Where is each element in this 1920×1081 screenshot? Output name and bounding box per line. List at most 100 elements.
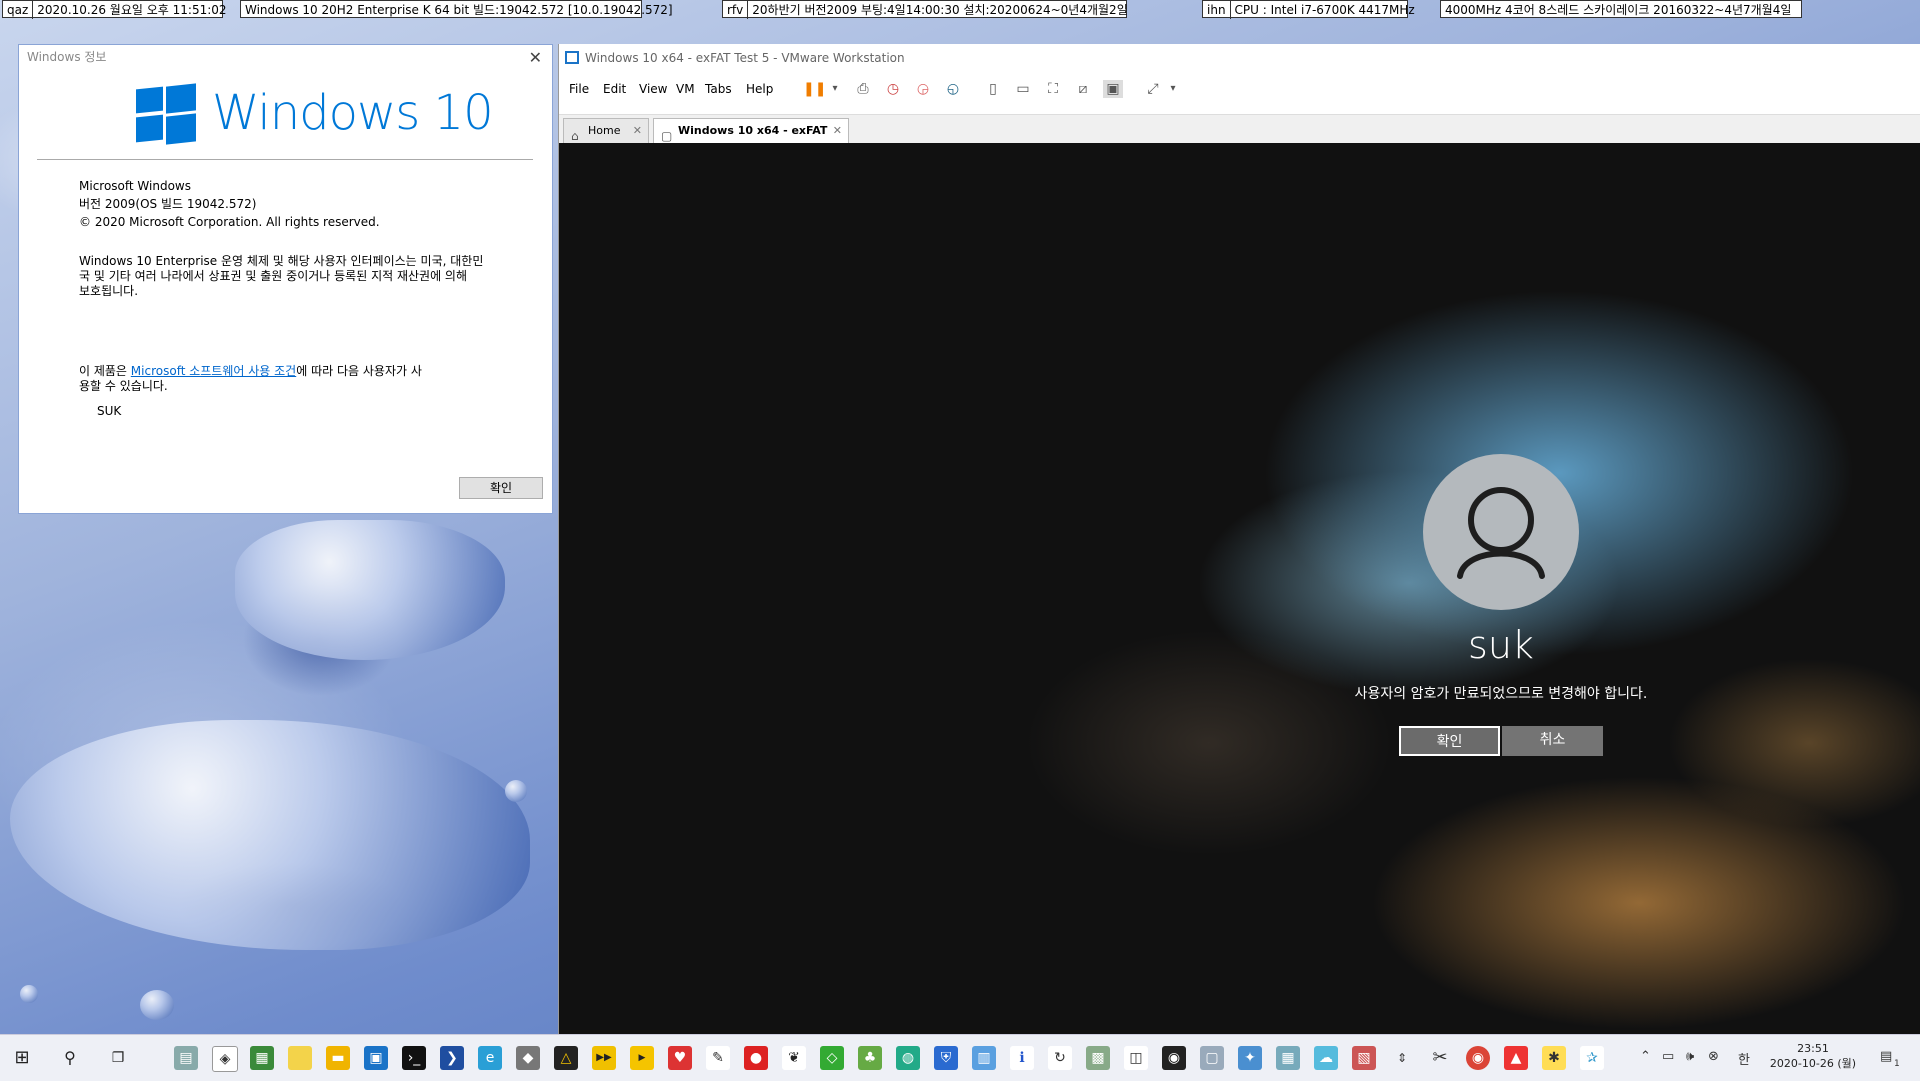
- cancel-button[interactable]: 취소: [1502, 726, 1603, 756]
- app-icon[interactable]: ◉: [1162, 1046, 1186, 1070]
- system-clock[interactable]: 23:51 2020-10-26 (월): [1758, 1041, 1868, 1071]
- calculator-icon[interactable]: ▦: [1276, 1046, 1300, 1070]
- login-username: suk: [1468, 623, 1534, 667]
- info-bar-text: CPU : Intel i7-6700K 4417MHz: [1234, 3, 1415, 17]
- app-icon[interactable]: ▲: [1504, 1046, 1528, 1070]
- ime-indicator[interactable]: 한: [1738, 1049, 1750, 1068]
- app-icon[interactable]: ▤: [174, 1046, 198, 1070]
- water-drop: [235, 520, 505, 660]
- app-icon[interactable]: ●: [744, 1046, 768, 1070]
- vmware-window: Windows 10 x64 - exFAT Test 5 - VMware W…: [558, 44, 1920, 1034]
- water-drop: [10, 720, 530, 950]
- app-icon[interactable]: ✦: [1238, 1046, 1262, 1070]
- shield-icon[interactable]: ⛨: [934, 1046, 958, 1070]
- app-icon[interactable]: ◈: [212, 1046, 238, 1072]
- app-icon[interactable]: ☁: [1314, 1046, 1338, 1070]
- water-drop: [20, 985, 38, 1003]
- menu-view[interactable]: View: [639, 82, 667, 96]
- revert-snapshot-icon[interactable]: ◶: [913, 80, 933, 98]
- app-icon[interactable]: ◫: [1124, 1046, 1148, 1070]
- show-library-icon[interactable]: ▯: [983, 80, 1003, 98]
- window-title-bar: Windows 10 x64 - exFAT Test 5 - VMware W…: [559, 44, 1920, 72]
- app-icon[interactable]: ✱: [1542, 1046, 1566, 1070]
- info-bar-text: 4000MHz 4코어 8스레드 스카이레이크 20160322~4년7개월4일: [1445, 3, 1792, 17]
- water-drop: [140, 990, 174, 1020]
- info-bar-os: Windows 10 20H2 Enterprise K 64 bit 빌드:1…: [240, 0, 673, 18]
- virtualbox-icon[interactable]: ◆: [516, 1046, 540, 1070]
- chevron-up-icon[interactable]: ⌃: [1640, 1049, 1651, 1064]
- scissors-icon[interactable]: ✂: [1428, 1046, 1452, 1070]
- confirm-button[interactable]: 확인: [1399, 726, 1500, 756]
- globe-icon[interactable]: ◍: [896, 1046, 920, 1070]
- menu-vm[interactable]: VM: [676, 82, 695, 96]
- powershell-icon[interactable]: ❯: [440, 1046, 464, 1070]
- sticky-notes-icon[interactable]: [288, 1046, 312, 1070]
- info-bar-datetime: qaz 2020.10.26 월요일 오후 11:51:02: [2, 0, 227, 19]
- chevron-down-icon[interactable]: ▾: [1163, 80, 1183, 98]
- chevron-down-icon[interactable]: ▾: [825, 80, 845, 98]
- snapshot-manager-icon[interactable]: ◵: [943, 80, 963, 98]
- legal-line: 국 및 기타 여러 나라에서 상표권 및 출원 중이거나 등록된 지적 재산권에…: [79, 269, 468, 283]
- vm-console-screen[interactable]: suk 사용자의 암호가 만료되었으므로 변경해야 합니다. 확인 취소: [559, 143, 1920, 1034]
- status-icon[interactable]: ⊗: [1708, 1049, 1719, 1064]
- legal-line: 보호됩니다.: [79, 284, 139, 298]
- app-icon[interactable]: ◇: [820, 1046, 844, 1070]
- app-icon[interactable]: ▩: [1086, 1046, 1110, 1070]
- app-icon[interactable]: ▧: [1352, 1046, 1376, 1070]
- chrome-icon[interactable]: ◉: [1466, 1046, 1490, 1070]
- send-ctrl-alt-del-icon[interactable]: ⎙: [853, 80, 873, 98]
- menu-help[interactable]: Help: [746, 82, 773, 96]
- tab-bar: ⌂ Home ✕ ▢ Windows 10 x64 - exFAT T... ✕: [559, 114, 1920, 161]
- start-windows-icon[interactable]: ⊞: [10, 1046, 34, 1070]
- full-screen-icon[interactable]: ⛶: [1043, 80, 1063, 98]
- gimp-icon[interactable]: ❦: [782, 1046, 806, 1070]
- tab-vm[interactable]: ▢ Windows 10 x64 - exFAT T... ✕: [653, 118, 849, 161]
- license-terms-link[interactable]: Microsoft 소프트웨어 사용 조건: [131, 364, 296, 378]
- pause-icon[interactable]: ❚❚: [803, 80, 826, 98]
- close-icon[interactable]: ✕: [529, 48, 542, 67]
- close-icon[interactable]: ✕: [833, 119, 842, 143]
- info-bar-text: 2020.10.26 월요일 오후 11:51:02: [37, 3, 227, 17]
- app-icon[interactable]: △: [554, 1046, 578, 1070]
- app-icon[interactable]: ▥: [972, 1046, 996, 1070]
- app-icon[interactable]: ✎: [706, 1046, 730, 1070]
- version-text: 버전 2009(OS 빌드 19042.572): [79, 197, 257, 211]
- info-bar-label: ihn: [1207, 3, 1226, 17]
- refresh-icon[interactable]: ↻: [1048, 1046, 1072, 1070]
- file-explorer-icon[interactable]: ▬: [326, 1046, 350, 1070]
- licensed-user: SUK: [97, 404, 122, 418]
- internet-explorer-icon[interactable]: e: [478, 1046, 502, 1070]
- task-view-icon[interactable]: ❐: [106, 1046, 130, 1070]
- product-name: Microsoft Windows: [79, 179, 191, 193]
- app-icon[interactable]: ▶▶: [592, 1046, 616, 1070]
- volume-icon[interactable]: 🕪: [1686, 1049, 1694, 1064]
- chevron-up-down-icon[interactable]: ⇕: [1390, 1046, 1414, 1070]
- ok-button[interactable]: 확인: [459, 477, 543, 499]
- windows-10-wordmark: Windows 10: [212, 85, 494, 141]
- app-icon[interactable]: ♥: [668, 1046, 692, 1070]
- command-prompt-icon[interactable]: ›_: [402, 1046, 426, 1070]
- clock-date: 2020-10-26 (월): [1769, 1057, 1857, 1070]
- menu-tabs[interactable]: Tabs: [705, 82, 732, 96]
- info-icon[interactable]: ℹ: [1010, 1046, 1034, 1070]
- app-icon[interactable]: ✰: [1580, 1046, 1604, 1070]
- close-icon[interactable]: ✕: [633, 119, 642, 143]
- tab-home[interactable]: ⌂ Home ✕: [563, 118, 649, 143]
- notification-icon[interactable]: ▤: [1880, 1049, 1892, 1064]
- show-thumbnail-icon[interactable]: ▭: [1013, 80, 1033, 98]
- media-player-icon[interactable]: ▶: [630, 1046, 654, 1070]
- vmware-taskbar-icon[interactable]: ▣: [364, 1046, 388, 1070]
- stretch-guest-icon[interactable]: ⤢: [1143, 80, 1163, 98]
- console-view-icon[interactable]: ▣: [1103, 80, 1123, 98]
- search-icon[interactable]: ⚲: [58, 1046, 82, 1070]
- unity-icon[interactable]: ⧄: [1073, 80, 1093, 98]
- snapshot-icon[interactable]: ◷: [883, 80, 903, 98]
- divider: [37, 159, 533, 160]
- menu-file[interactable]: File: [569, 82, 589, 96]
- app-icon[interactable]: ▢: [1200, 1046, 1224, 1070]
- app-icon[interactable]: ▦: [250, 1046, 274, 1070]
- menu-edit[interactable]: Edit: [603, 82, 626, 96]
- network-icon[interactable]: ▭: [1662, 1049, 1674, 1064]
- app-icon[interactable]: ♣: [858, 1046, 882, 1070]
- info-bar-text: Windows 10 20H2 Enterprise K 64 bit 빌드:1…: [245, 3, 673, 17]
